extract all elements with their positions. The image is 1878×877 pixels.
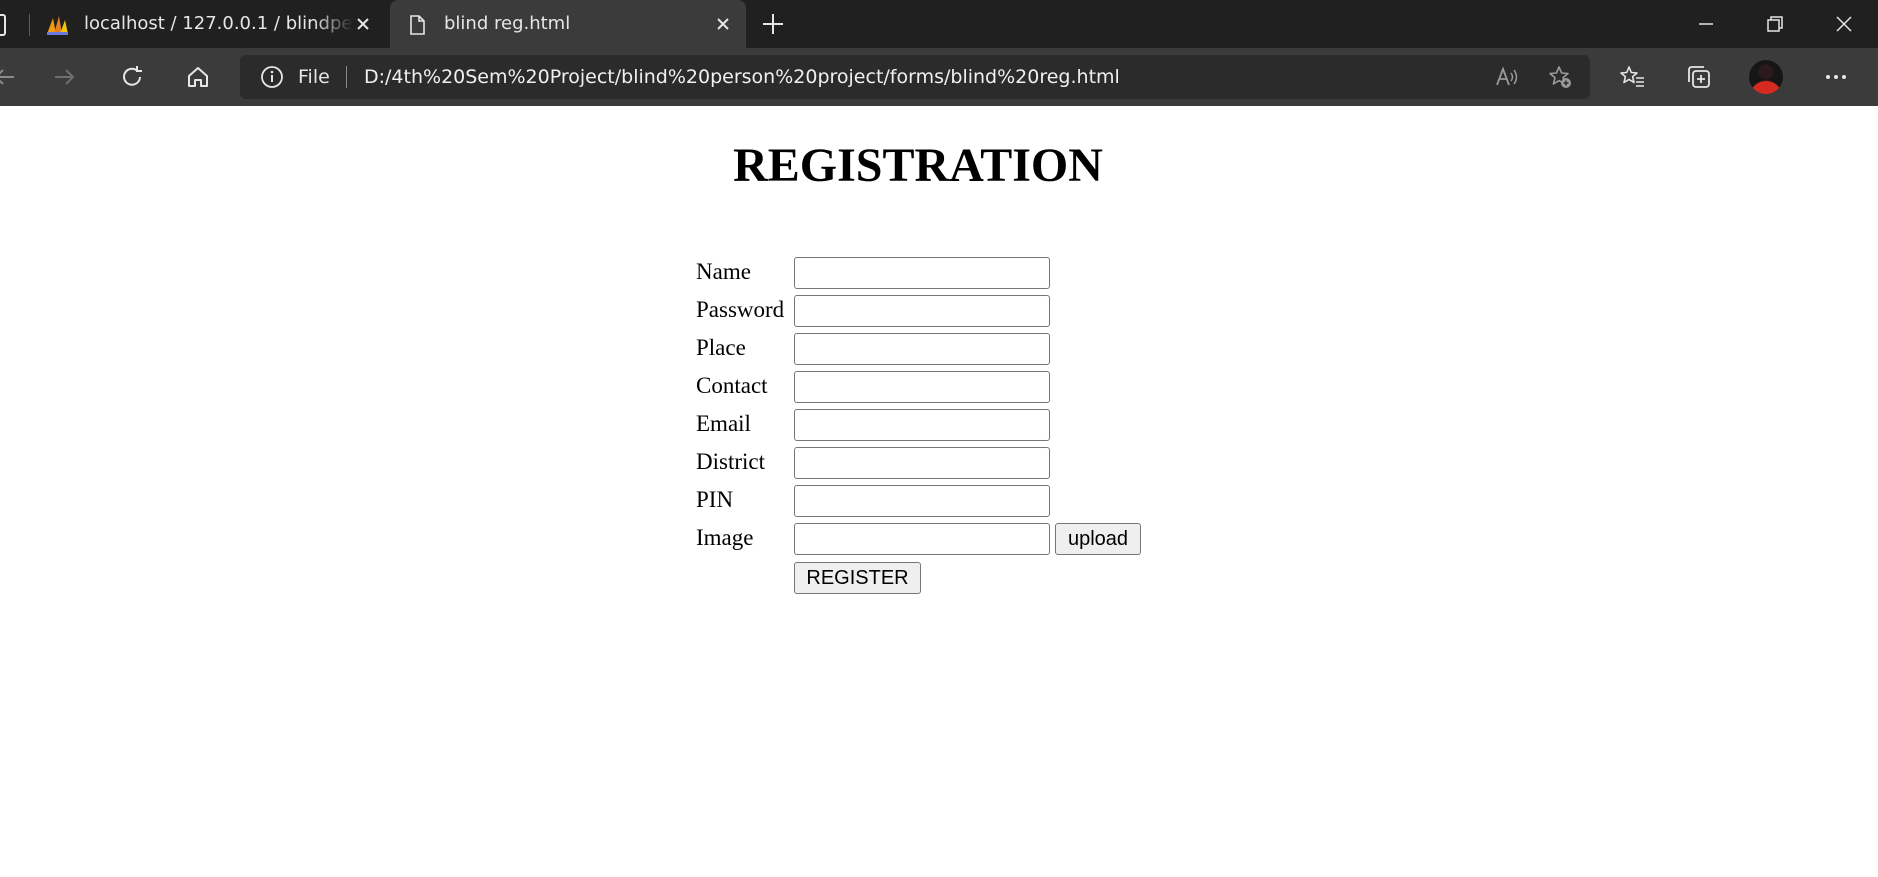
- name-label: Name: [696, 259, 751, 284]
- tab-title: blind reg.html: [444, 13, 571, 34]
- read-aloud-icon[interactable]: [1494, 64, 1520, 90]
- refresh-icon[interactable]: [118, 63, 146, 91]
- info-icon[interactable]: [260, 65, 284, 89]
- email-label: Email: [696, 411, 751, 436]
- name-input[interactable]: [794, 257, 1050, 289]
- favorites-icon[interactable]: [1618, 63, 1646, 91]
- place-input[interactable]: [794, 333, 1050, 365]
- upload-button[interactable]: upload: [1055, 523, 1141, 555]
- password-label: Password: [696, 297, 785, 322]
- home-icon[interactable]: [184, 63, 212, 91]
- pin-label: PIN: [696, 487, 734, 512]
- file-icon: [410, 15, 425, 35]
- form-row-image: Image upload: [696, 522, 1146, 555]
- collections-icon[interactable]: [1685, 63, 1713, 91]
- image-input[interactable]: [794, 523, 1050, 555]
- profile-avatar[interactable]: [1749, 60, 1783, 94]
- back-icon[interactable]: [0, 63, 18, 91]
- image-label: Image: [696, 525, 754, 550]
- pin-input[interactable]: [794, 485, 1050, 517]
- previous-tab-edge[interactable]: [0, 14, 6, 36]
- tab-blind-reg[interactable]: blind reg.html: [390, 0, 746, 48]
- scheme-label: File: [298, 66, 330, 88]
- district-label: District: [696, 449, 765, 474]
- place-label: Place: [696, 335, 746, 360]
- close-window-icon[interactable]: [1832, 12, 1856, 36]
- phpmyadmin-icon: [47, 16, 68, 35]
- district-input[interactable]: [794, 447, 1050, 479]
- page-content: REGISTRATION Name Password Place Contact…: [0, 106, 1878, 877]
- restore-icon[interactable]: [1763, 12, 1787, 36]
- add-favorite-icon[interactable]: [1547, 64, 1573, 90]
- close-tab-icon[interactable]: [712, 13, 734, 35]
- register-button[interactable]: REGISTER: [794, 562, 921, 594]
- forward-icon[interactable]: [51, 63, 79, 91]
- url-text[interactable]: D:/4th%20Sem%20Project/blind%20person%20…: [364, 65, 1120, 89]
- browser-toolbar: File D:/4th%20Sem%20Project/blind%20pers…: [0, 48, 1878, 106]
- tab-strip: localhost / 127.0.0.1 / blindperson blin…: [0, 0, 1878, 48]
- password-input[interactable]: [794, 295, 1050, 327]
- page-title: REGISTRATION: [733, 139, 1103, 192]
- contact-label: Contact: [696, 373, 768, 398]
- tab-phpmyadmin[interactable]: localhost / 127.0.0.1 / blindperson: [30, 0, 386, 48]
- address-bar[interactable]: File D:/4th%20Sem%20Project/blind%20pers…: [240, 55, 1590, 99]
- address-divider: [346, 66, 347, 88]
- minimize-icon[interactable]: [1694, 12, 1718, 36]
- new-tab-icon[interactable]: [760, 11, 786, 37]
- tab-title: localhost / 127.0.0.1 / blindperson: [84, 13, 354, 34]
- more-options-icon[interactable]: [1822, 63, 1850, 91]
- close-tab-icon[interactable]: [352, 13, 374, 35]
- contact-input[interactable]: [794, 371, 1050, 403]
- email-input[interactable]: [794, 409, 1050, 441]
